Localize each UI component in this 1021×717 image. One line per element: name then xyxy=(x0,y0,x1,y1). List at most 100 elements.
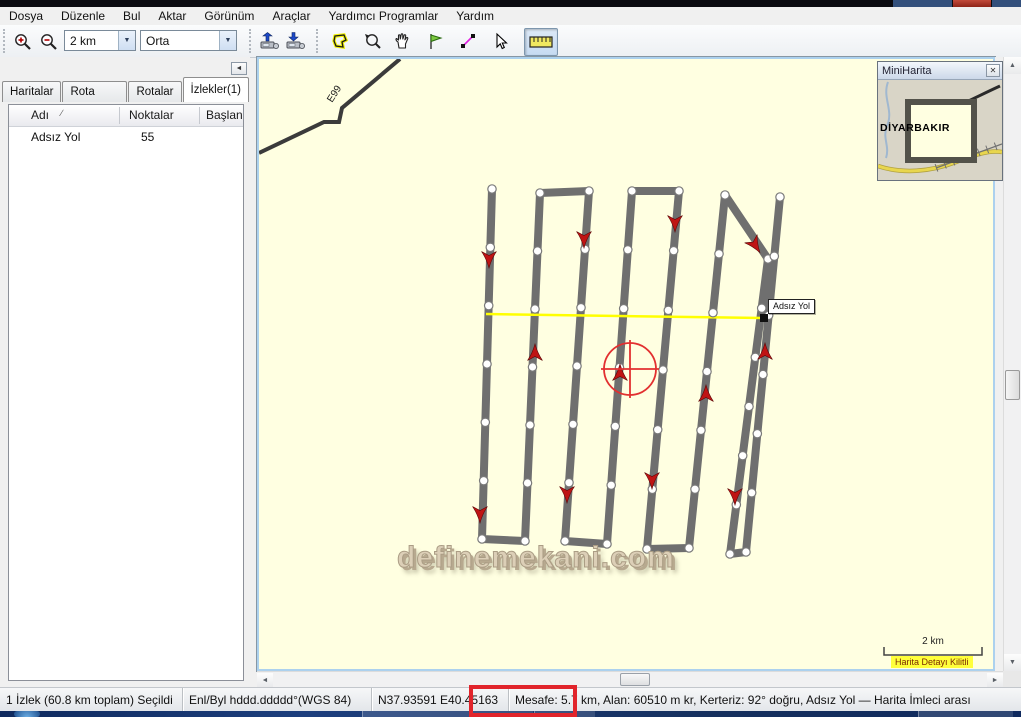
zoom-scale-combo[interactable]: 2 km ▼ xyxy=(64,30,136,51)
track-point[interactable] xyxy=(565,479,573,487)
map-horizontal-scrollbar[interactable]: ◄ ► xyxy=(257,671,1003,687)
track-point[interactable] xyxy=(483,360,491,368)
tab-izlekler[interactable]: İzlekler(1) xyxy=(183,77,249,102)
menu-yardimci-programlar[interactable]: Yardımcı Programlar xyxy=(319,7,447,25)
track-point[interactable] xyxy=(480,477,488,485)
track-point[interactable] xyxy=(577,304,585,312)
column-header-baslangic[interactable]: Başlangıç xyxy=(206,108,243,122)
menu-yardim[interactable]: Yardım xyxy=(447,7,503,25)
map-crosshair xyxy=(601,340,659,398)
track-point[interactable] xyxy=(611,422,619,430)
scroll-thumb[interactable] xyxy=(1005,370,1020,400)
column-divider[interactable] xyxy=(199,107,200,124)
track-point[interactable] xyxy=(664,306,672,314)
scroll-down-icon[interactable]: ▼ xyxy=(1004,654,1021,671)
close-button-sliver[interactable] xyxy=(953,0,991,7)
menu-dosya[interactable]: Dosya xyxy=(0,7,52,25)
distance-tool-button-active[interactable] xyxy=(524,28,558,56)
tab-haritalar[interactable]: Haritalar xyxy=(2,81,61,102)
track-point[interactable] xyxy=(697,426,705,434)
close-icon[interactable]: ✕ xyxy=(986,64,1000,77)
start-orb-sliver[interactable] xyxy=(14,711,40,717)
minimap-titlebar[interactable]: MiniHarita ✕ xyxy=(878,62,1002,80)
menu-araclar[interactable]: Araçlar xyxy=(263,7,319,25)
track-point[interactable] xyxy=(607,481,615,489)
track-point[interactable] xyxy=(745,402,753,410)
track-point[interactable] xyxy=(654,426,662,434)
minimap-map[interactable]: DİYARBAKIR xyxy=(878,80,1002,180)
track-point[interactable] xyxy=(523,479,531,487)
receive-from-device-button[interactable] xyxy=(283,29,307,53)
status-measurement: Mesafe: 5.7 km, Alan: 60510 m kr, Kerter… xyxy=(509,688,1021,711)
waypoint-tool-button[interactable] xyxy=(424,29,448,53)
track-point[interactable] xyxy=(753,430,761,438)
track-point[interactable] xyxy=(742,548,750,556)
scroll-left-icon[interactable]: ◄ xyxy=(257,673,273,687)
column-header-adi[interactable]: Adı xyxy=(31,108,49,122)
track-point[interactable] xyxy=(739,452,747,460)
track-point[interactable] xyxy=(703,367,711,375)
track-point[interactable] xyxy=(536,189,544,197)
menu-aktar[interactable]: Aktar xyxy=(149,7,195,25)
track-name-cell[interactable]: Adsız Yol xyxy=(31,130,80,144)
track-point[interactable] xyxy=(751,353,759,361)
track-row[interactable]: Adsız Yol 55 xyxy=(9,126,243,146)
menu-bul[interactable]: Bul xyxy=(114,7,149,25)
track-point[interactable] xyxy=(581,245,589,253)
track-point[interactable] xyxy=(628,187,636,195)
track-point[interactable] xyxy=(659,366,667,374)
zoom-out-button[interactable] xyxy=(36,29,60,53)
track-point[interactable] xyxy=(488,185,496,193)
track-point[interactable] xyxy=(573,362,581,370)
track-point[interactable] xyxy=(670,247,678,255)
track-point[interactable] xyxy=(533,247,541,255)
track-point[interactable] xyxy=(528,363,536,371)
track-point[interactable] xyxy=(624,246,632,254)
map-select-tool-button[interactable] xyxy=(328,29,352,53)
scroll-up-icon[interactable]: ▲ xyxy=(1004,57,1021,74)
menu-gorunum[interactable]: Görünüm xyxy=(195,7,263,25)
route-tool-button[interactable] xyxy=(456,29,480,53)
taskbar-button-sliver[interactable] xyxy=(918,711,1013,717)
panel-collapse-button[interactable]: ◄ xyxy=(231,62,247,75)
menu-duzenle[interactable]: Düzenle xyxy=(52,7,114,25)
toolbar-gripper xyxy=(316,29,321,53)
track-point[interactable] xyxy=(585,187,593,195)
track-point[interactable] xyxy=(776,193,784,201)
track-point[interactable] xyxy=(721,191,729,199)
column-divider[interactable] xyxy=(119,107,120,124)
zoom-tool-button[interactable] xyxy=(360,29,384,53)
chevron-down-icon[interactable]: ▼ xyxy=(219,31,236,50)
measure-handle[interactable] xyxy=(760,314,768,322)
track-point[interactable] xyxy=(481,418,489,426)
track-point[interactable] xyxy=(748,489,756,497)
track-point[interactable] xyxy=(526,421,534,429)
track-point[interactable] xyxy=(732,501,740,509)
track-point[interactable] xyxy=(485,302,493,310)
track-point[interactable] xyxy=(620,305,628,313)
track-point[interactable] xyxy=(531,305,539,313)
map-vertical-scrollbar[interactable]: ▲ ▼ xyxy=(1003,57,1021,671)
track-point[interactable] xyxy=(675,187,683,195)
send-to-device-button[interactable] xyxy=(257,29,281,53)
detail-level-combo[interactable]: Orta ▼ xyxy=(140,30,237,51)
column-header-noktalar[interactable]: Noktalar xyxy=(129,108,174,122)
selection-tool-button[interactable] xyxy=(488,29,512,53)
track-point[interactable] xyxy=(486,243,494,251)
track-point[interactable] xyxy=(715,250,723,258)
scroll-right-icon[interactable]: ► xyxy=(987,673,1003,687)
track-point[interactable] xyxy=(685,544,693,552)
track-point[interactable] xyxy=(709,309,717,317)
tab-rotalar[interactable]: Rotalar xyxy=(128,81,181,102)
tab-rota-noktalari[interactable]: Rota Noktaları xyxy=(62,81,127,102)
zoom-in-button[interactable] xyxy=(10,29,34,53)
track-point[interactable] xyxy=(569,420,577,428)
track-point[interactable] xyxy=(758,304,766,312)
scroll-thumb[interactable] xyxy=(620,673,650,686)
track-point[interactable] xyxy=(770,252,778,260)
chevron-down-icon[interactable]: ▼ xyxy=(118,31,135,50)
track-point[interactable] xyxy=(691,485,699,493)
track-point[interactable] xyxy=(759,370,767,378)
pan-tool-button[interactable] xyxy=(390,29,414,53)
track-point[interactable] xyxy=(726,550,734,558)
